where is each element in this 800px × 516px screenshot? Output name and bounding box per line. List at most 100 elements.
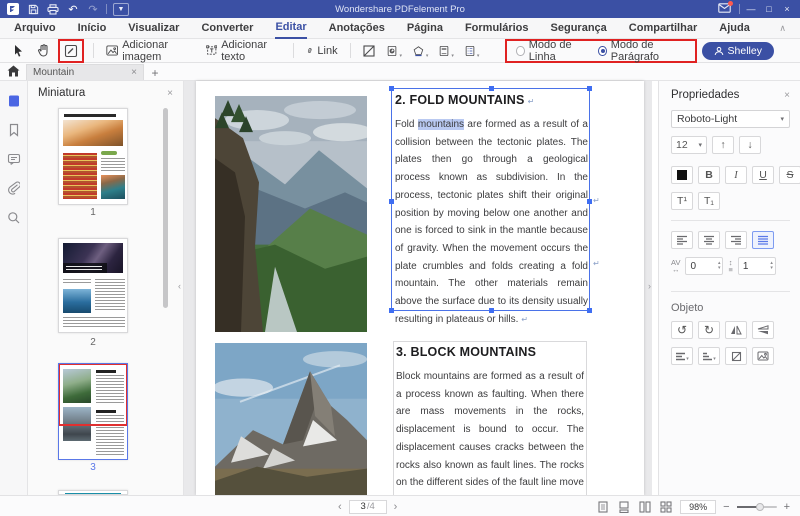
- resize-handle-se[interactable]: [587, 308, 592, 313]
- resize-handle-n[interactable]: [489, 86, 494, 91]
- single-page-view-button[interactable]: [596, 500, 610, 514]
- thumbnails-panel-button[interactable]: [6, 93, 22, 109]
- hand-tool-button[interactable]: [33, 41, 53, 61]
- font-color-button[interactable]: [671, 166, 693, 184]
- spinner-down-icon[interactable]: ▾: [770, 266, 773, 271]
- minimize-button[interactable]: —: [744, 2, 758, 16]
- properties-collapse-chevron[interactable]: ›: [648, 281, 651, 291]
- align-right-button[interactable]: [725, 231, 747, 249]
- align-justify-button[interactable]: [752, 231, 774, 249]
- menu-anotacoes[interactable]: Anotações: [329, 18, 385, 39]
- font-size-select[interactable]: 12 ▾: [671, 136, 707, 154]
- home-button[interactable]: [0, 62, 26, 80]
- account-button[interactable]: Shelley: [702, 42, 774, 60]
- mode-line-radio[interactable]: Modo de Linha: [516, 39, 586, 63]
- tab-mountain[interactable]: Mountain ×: [26, 64, 144, 80]
- close-button[interactable]: ×: [780, 2, 794, 16]
- search-panel-button[interactable]: [6, 209, 22, 225]
- resize-handle-nw[interactable]: [389, 86, 394, 91]
- add-text-button[interactable]: Adicionar texto: [203, 41, 284, 61]
- align-objects-dropdown[interactable]: ▾: [686, 356, 689, 362]
- two-page-view-button[interactable]: [638, 500, 652, 514]
- font-family-select[interactable]: Roboto-Light ▾: [671, 110, 790, 128]
- spinner-down-icon[interactable]: ▾: [718, 266, 721, 271]
- add-image-button[interactable]: Adicionar imagem: [103, 41, 198, 61]
- edit-object-tool-button[interactable]: [61, 41, 81, 61]
- subscript-button[interactable]: T₁: [698, 192, 720, 210]
- ribbon-collapse-button[interactable]: ∧: [779, 23, 786, 34]
- strikethrough-button[interactable]: S: [779, 166, 800, 184]
- menu-converter[interactable]: Converter: [201, 18, 253, 39]
- letter-spacing-input[interactable]: 0 ▴▾: [685, 257, 723, 275]
- menu-seguranca[interactable]: Segurança: [551, 18, 607, 39]
- menu-arquivo[interactable]: Arquivo: [14, 18, 56, 39]
- bates-dropdown[interactable]: ▾: [477, 53, 480, 59]
- valley-photo[interactable]: [215, 96, 367, 332]
- superscript-button[interactable]: T¹: [671, 192, 693, 210]
- thumbnails-scrollbar[interactable]: [163, 108, 168, 308]
- mode-paragraph-radio[interactable]: Modo de Parágrafo: [598, 39, 685, 63]
- thumbnails-close-icon[interactable]: ×: [167, 88, 173, 99]
- resize-handle-e[interactable]: [587, 199, 592, 204]
- continuous-view-button[interactable]: [617, 500, 631, 514]
- notifications-button[interactable]: [718, 3, 731, 16]
- undo-button[interactable]: ↶: [66, 3, 80, 16]
- select-tool-button[interactable]: [8, 41, 28, 61]
- zoom-in-button[interactable]: +: [784, 501, 790, 513]
- line-spacing-input[interactable]: 1 ▴▾: [738, 257, 776, 275]
- watermark-dropdown[interactable]: ▾: [399, 53, 402, 59]
- previous-page-button[interactable]: ‹: [338, 501, 342, 513]
- menu-pagina[interactable]: Página: [407, 18, 443, 39]
- menu-ajuda[interactable]: Ajuda: [719, 18, 750, 39]
- block-mountains-textbox[interactable]: 3. BLOCK MOUNTAINS Block mountains are f…: [393, 341, 587, 495]
- new-tab-button[interactable]: +: [144, 66, 166, 80]
- page-number-input[interactable]: 3 /4: [349, 500, 387, 514]
- zoom-out-button[interactable]: −: [723, 501, 729, 513]
- rotate-right-button[interactable]: ↻: [698, 321, 720, 339]
- italic-button[interactable]: I: [725, 166, 747, 184]
- grid-view-button[interactable]: [659, 500, 673, 514]
- page-thumbnail-2[interactable]: [58, 238, 128, 333]
- background-button[interactable]: ▾: [410, 41, 431, 61]
- comments-panel-button[interactable]: [6, 151, 22, 167]
- zoom-slider[interactable]: [737, 506, 777, 508]
- rotate-left-button[interactable]: ↺: [671, 321, 693, 339]
- menu-visualizar[interactable]: Visualizar: [128, 18, 179, 39]
- page-thumbnail-1[interactable]: [58, 108, 128, 205]
- font-size-decrease-button[interactable]: ↓: [739, 136, 761, 154]
- resize-handle-ne[interactable]: [587, 86, 592, 91]
- header-footer-dropdown[interactable]: ▾: [451, 53, 454, 59]
- header-footer-button[interactable]: ▾: [436, 41, 457, 61]
- tab-close-icon[interactable]: ×: [131, 67, 137, 78]
- zoom-slider-handle[interactable]: [756, 503, 764, 511]
- bold-button[interactable]: B: [698, 166, 720, 184]
- bookmarks-panel-button[interactable]: [6, 122, 22, 138]
- resize-handle-s[interactable]: [489, 308, 494, 313]
- flip-vertical-button[interactable]: [752, 321, 774, 339]
- save-button[interactable]: [26, 3, 40, 16]
- redo-button[interactable]: ↷: [86, 3, 100, 16]
- attachments-panel-button[interactable]: [6, 180, 22, 196]
- distribute-objects-button[interactable]: ▾: [698, 347, 720, 365]
- link-button[interactable]: Link: [303, 41, 341, 61]
- font-size-increase-button[interactable]: ↑: [712, 136, 734, 154]
- align-objects-button[interactable]: ▾: [671, 347, 693, 365]
- background-dropdown[interactable]: ▾: [426, 53, 429, 59]
- resize-handle-sw[interactable]: [389, 308, 394, 313]
- menu-compartilhar[interactable]: Compartilhar: [629, 18, 697, 39]
- replace-image-button[interactable]: [752, 347, 774, 365]
- underline-button[interactable]: U: [752, 166, 774, 184]
- peak-photo[interactable]: [215, 343, 367, 495]
- customize-toolbar-button[interactable]: ▼: [113, 3, 129, 16]
- next-page-button[interactable]: ›: [394, 501, 398, 513]
- watermark-button[interactable]: ▾: [384, 41, 405, 61]
- resize-handle-w[interactable]: [389, 199, 394, 204]
- align-center-button[interactable]: [698, 231, 720, 249]
- menu-editar[interactable]: Editar: [275, 18, 306, 39]
- zoom-level-input[interactable]: 98%: [680, 500, 716, 514]
- fold-mountains-textbox[interactable]: 2. FOLD MOUNTAINS ↵ Fold mountains are f…: [391, 88, 590, 311]
- thumbnails-collapse-chevron[interactable]: ‹: [178, 281, 181, 291]
- page-thumbnail-3[interactable]: [58, 363, 128, 460]
- menu-formularios[interactable]: Formulários: [465, 18, 529, 39]
- maximize-button[interactable]: □: [762, 2, 776, 16]
